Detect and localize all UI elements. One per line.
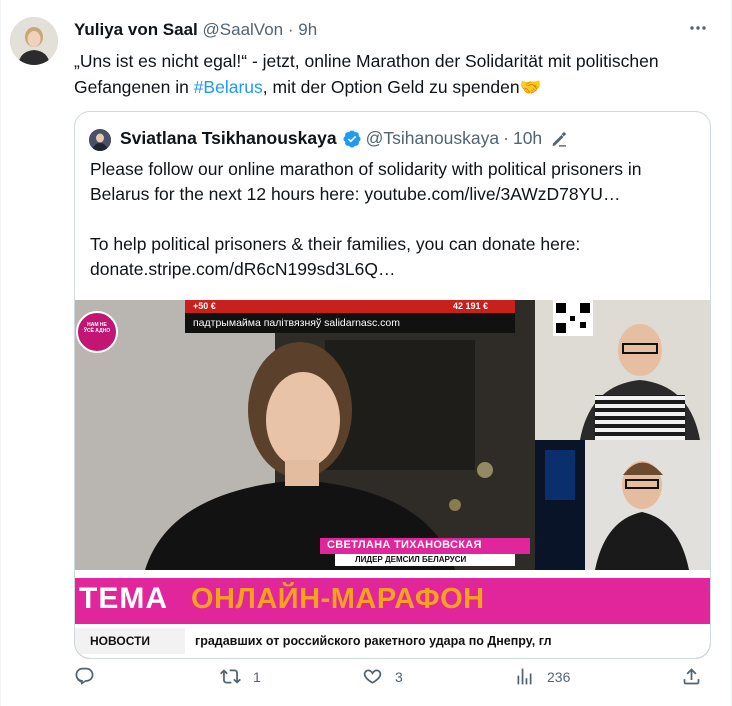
tweet-text: „Uns ist es nicht egal!“ - jetzt, online… xyxy=(74,48,714,100)
counter-left: +50 € xyxy=(193,301,216,311)
ticker-url: падтрымайма палітвязняў salidarnasc.com xyxy=(193,317,401,329)
views-button[interactable]: 236 xyxy=(514,666,570,687)
reply-icon xyxy=(75,667,94,685)
quoted-paragraph-1: Please follow our online marathon of sol… xyxy=(90,159,642,204)
quoted-text: Please follow our online marathon of sol… xyxy=(90,157,700,307)
separator-dot: · xyxy=(287,20,294,39)
like-count: 3 xyxy=(395,668,403,685)
quoted-timestamp: 10h xyxy=(512,128,543,148)
tweet-timestamp[interactable]: 9h xyxy=(298,20,317,39)
quoted-author-avatar xyxy=(89,129,111,151)
reply-button[interactable] xyxy=(74,666,107,687)
tweet-text-part2: , mit der Option Geld zu spenden xyxy=(262,77,520,97)
quoted-author-handle: @Tsihanouskaya xyxy=(365,128,500,148)
edited-pencil-icon xyxy=(550,130,568,148)
heart-icon xyxy=(363,669,382,684)
share-button[interactable] xyxy=(681,666,702,687)
quoted-separator: · xyxy=(503,128,509,148)
verified-badge-icon xyxy=(342,129,362,149)
speaker-name: СВЕТЛАНА ТИХАНОВСКАЯ xyxy=(327,539,482,551)
video-thumbnail[interactable]: +50 € 42 191 € падтрымайма палітвязняў s… xyxy=(75,300,710,658)
quoted-header: Sviatlana Tsikhanouskaya @Tsihanouskaya … xyxy=(120,128,568,149)
tweet-card[interactable]: Yuliya von Saal @SaalVon · 9h „Uns ist e… xyxy=(0,0,732,706)
counter-right: 42 191 € xyxy=(453,301,489,311)
author-avatar[interactable] xyxy=(10,17,58,65)
views-count: 236 xyxy=(547,668,571,685)
news-ticker: градавших от российского ракетного удара… xyxy=(195,634,552,648)
speaker-title: ЛИДЕР ДЕМСИЛ БЕЛАРУСИ xyxy=(355,555,467,564)
author-name[interactable]: Yuliya von Saal xyxy=(74,20,198,39)
quoted-tweet[interactable]: Sviatlana Tsikhanouskaya @Tsihanouskaya … xyxy=(74,111,711,659)
retweet-count: 1 xyxy=(253,668,261,685)
handshake-emoji: 🤝 xyxy=(519,77,542,97)
views-chart-icon xyxy=(517,668,532,685)
retweet-icon xyxy=(220,669,241,684)
author-handle[interactable]: @SaalVon xyxy=(203,20,284,39)
channel-logo: НАМ НЕ ЎСЁ АДНО xyxy=(83,322,111,334)
author-header: Yuliya von Saal @SaalVon · 9h xyxy=(74,20,317,40)
retweet-button[interactable]: 1 xyxy=(220,666,261,687)
topic-value: ОНЛАЙН-МАРАФОН xyxy=(191,583,485,615)
quoted-author-name: Sviatlana Tsikhanouskaya xyxy=(120,128,337,148)
share-icon xyxy=(683,668,700,685)
topic-label: ТЕМА xyxy=(79,582,168,615)
like-button[interactable]: 3 xyxy=(362,666,403,687)
news-label: НОВОСТИ xyxy=(90,634,151,648)
hashtag-link[interactable]: #Belarus xyxy=(194,77,263,97)
quoted-paragraph-2: To help political prisoners & their fami… xyxy=(90,234,581,279)
tweet-actions: 1 3 236 xyxy=(74,666,714,696)
more-options-icon[interactable] xyxy=(688,18,708,43)
